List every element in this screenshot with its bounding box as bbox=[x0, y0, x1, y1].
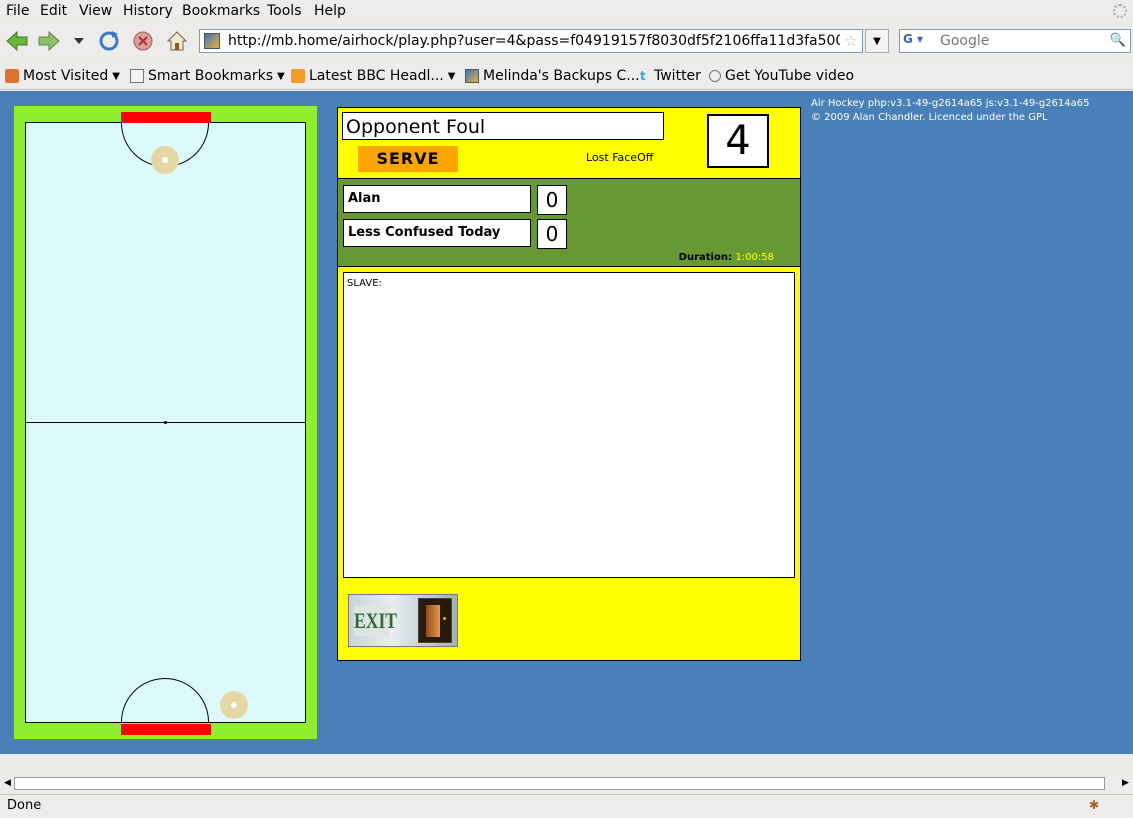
bookmark-label: Get YouTube video bbox=[725, 68, 855, 84]
reload-button[interactable] bbox=[96, 28, 122, 54]
reload-icon bbox=[99, 31, 119, 51]
player-mallet[interactable] bbox=[220, 691, 248, 719]
duration-value: 1:00:58 bbox=[735, 252, 774, 263]
bookmark-label: Latest BBC Headl... bbox=[309, 68, 444, 84]
google-icon: G bbox=[903, 32, 913, 46]
menu-help[interactable]: Help bbox=[314, 3, 346, 19]
status-bar: Done ✱ bbox=[0, 794, 1133, 818]
version-line: Air Hockey php:v3.1-49-g2614a65 js:v3.1-… bbox=[811, 98, 1090, 109]
url-bar[interactable]: http://mb.home/airhock/play.php?user=4&p… bbox=[199, 29, 863, 53]
game-message: Opponent Foul bbox=[342, 112, 664, 140]
back-arrow-icon bbox=[6, 30, 28, 52]
menu-history[interactable]: History bbox=[123, 3, 173, 19]
site-favicon-icon bbox=[204, 33, 220, 49]
bookmark-label: Melinda's Backups C... bbox=[483, 68, 640, 84]
exit-button[interactable]: EXIT bbox=[348, 594, 458, 647]
page-icon bbox=[709, 70, 721, 82]
bookmark-most-visited[interactable]: Most Visited ▼ bbox=[5, 68, 120, 84]
bookmark-star-icon[interactable]: ☆ bbox=[845, 32, 858, 50]
faceoff-status: Lost FaceOff bbox=[586, 151, 654, 164]
stop-button[interactable] bbox=[130, 28, 156, 54]
opponent-mallet bbox=[151, 146, 179, 174]
home-icon bbox=[166, 31, 188, 51]
goal-top bbox=[121, 112, 211, 123]
menu-tools[interactable]: Tools bbox=[267, 3, 302, 19]
forward-arrow-icon bbox=[38, 30, 60, 52]
bookmark-label: Most Visited bbox=[23, 68, 109, 84]
menu-bar: File Edit View History Bookmarks Tools H… bbox=[0, 0, 1133, 22]
search-input[interactable] bbox=[940, 33, 1100, 49]
horizontal-scrollbar[interactable]: ◀ ▶ bbox=[0, 776, 1133, 792]
navigation-toolbar: http://mb.home/airhock/play.php?user=4&p… bbox=[0, 24, 1133, 60]
throbber-icon bbox=[1113, 4, 1127, 18]
bookmark-smart-bookmarks[interactable]: Smart Bookmarks ▼ bbox=[130, 68, 285, 84]
site-favicon-icon bbox=[465, 69, 479, 83]
forward-button[interactable] bbox=[36, 28, 62, 54]
door-icon bbox=[418, 598, 452, 643]
opponent-score: 0 bbox=[537, 219, 567, 249]
search-icon[interactable]: 🔍 bbox=[1110, 33, 1126, 48]
search-box[interactable]: G ▾ 🔍 bbox=[899, 29, 1131, 53]
menu-view[interactable]: View bbox=[79, 3, 112, 19]
bookmark-label: Smart Bookmarks bbox=[148, 68, 274, 84]
copyright-line: © 2009 Alan Chandler. Licenced under the… bbox=[811, 112, 1048, 123]
url-text[interactable]: http://mb.home/airhock/play.php?user=4&p… bbox=[228, 33, 840, 49]
chevron-down-icon: ▼ bbox=[447, 70, 456, 82]
bookmark-melinda[interactable]: Melinda's Backups C... bbox=[465, 68, 640, 84]
chevron-down-icon: ▼ bbox=[112, 70, 120, 82]
bookmark-bbc[interactable]: Latest BBC Headl... ▼ bbox=[291, 68, 455, 84]
opponent-name: Less Confused Today bbox=[343, 219, 531, 247]
countdown-display: 4 bbox=[707, 114, 769, 168]
stop-icon bbox=[133, 31, 153, 51]
menu-file[interactable]: File bbox=[6, 3, 29, 19]
goal-bottom bbox=[121, 724, 211, 735]
menu-edit[interactable]: Edit bbox=[40, 3, 67, 19]
history-dropdown-button[interactable] bbox=[68, 28, 90, 54]
twitter-icon: t bbox=[640, 69, 646, 83]
center-spot bbox=[164, 421, 167, 424]
exit-label: EXIT bbox=[354, 606, 397, 636]
addon-bug-icon[interactable]: ✱ bbox=[1089, 798, 1105, 814]
version-info: Air Hockey php:v3.1-49-g2614a65 js:v3.1-… bbox=[811, 97, 1129, 125]
scroll-right-icon[interactable]: ▶ bbox=[1119, 777, 1132, 790]
bookmarks-toolbar: Most Visited ▼ Smart Bookmarks ▼ Latest … bbox=[0, 63, 1133, 90]
bookmark-twitter[interactable]: t Twitter bbox=[640, 68, 701, 84]
most-visited-icon bbox=[5, 69, 19, 83]
scoreboard: Alan 0 Less Confused Today 0 Duration: 1… bbox=[338, 178, 800, 267]
status-text: Done bbox=[7, 798, 42, 813]
match-duration: Duration: 1:00:58 bbox=[679, 252, 774, 263]
player-score: 0 bbox=[537, 185, 567, 215]
search-engine-selector[interactable]: G ▾ bbox=[903, 32, 933, 50]
back-button[interactable] bbox=[4, 28, 30, 54]
scrollbar-thumb[interactable] bbox=[14, 777, 1105, 790]
scroll-left-icon[interactable]: ◀ bbox=[1, 777, 14, 790]
bookmark-youtube[interactable]: Get YouTube video bbox=[709, 68, 854, 84]
chevron-down-icon: ▼ bbox=[277, 70, 285, 82]
game-log: SLAVE: bbox=[343, 272, 795, 578]
folder-icon bbox=[130, 69, 144, 83]
menu-bookmarks[interactable]: Bookmarks bbox=[182, 3, 260, 19]
serve-button[interactable]: SERVE bbox=[358, 146, 458, 172]
rss-feed-icon bbox=[291, 69, 305, 83]
air-hockey-rink[interactable] bbox=[25, 112, 306, 735]
home-button[interactable] bbox=[164, 28, 190, 54]
chevron-down-icon bbox=[74, 38, 84, 44]
game-panel: Opponent Foul SERVE Lost FaceOff 4 Alan … bbox=[337, 107, 801, 661]
player-name: Alan bbox=[343, 185, 531, 213]
url-dropdown-button[interactable]: ▼ bbox=[865, 29, 889, 53]
bookmark-label: Twitter bbox=[654, 68, 701, 84]
duration-label: Duration: bbox=[678, 252, 732, 263]
